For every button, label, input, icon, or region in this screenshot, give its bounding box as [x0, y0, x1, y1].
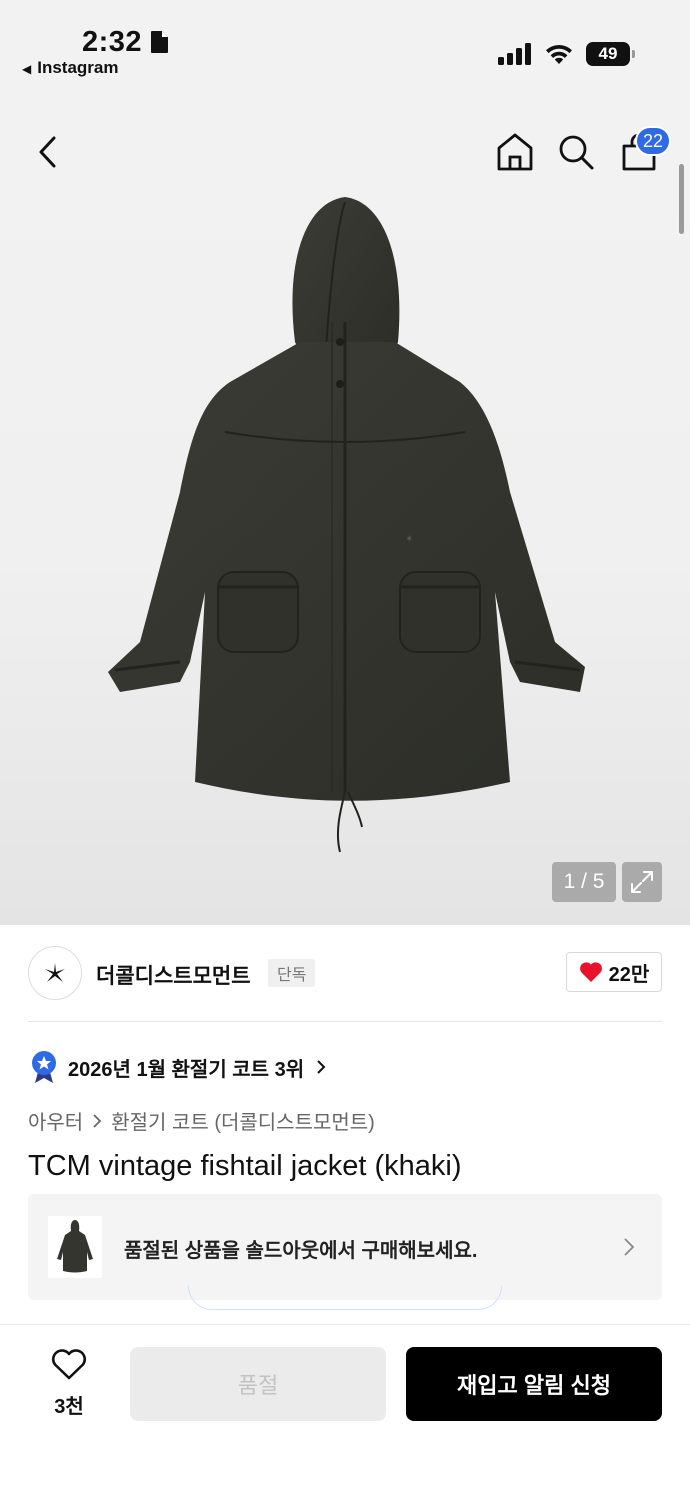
bottom-action-bar: 3천 품절 재입고 알림 신청 — [0, 1324, 690, 1500]
product-gallery[interactable]: 22 ✶ 1 / 5 — [0, 100, 690, 925]
product-image: ✶ — [108, 197, 585, 852]
cart-count-badge: 22 — [635, 126, 671, 156]
soldout-thumbnail — [48, 1216, 102, 1278]
restock-alert-button[interactable]: 재입고 알림 신청 — [406, 1347, 662, 1421]
chevron-right-icon — [317, 1060, 326, 1074]
status-bar: 2:32 ◀ Instagram 49 — [0, 0, 690, 100]
breadcrumb: 아우터 환절기 코트 (더콜디스트모먼트) — [28, 1106, 375, 1135]
jacket-thumbnail-icon — [57, 1220, 93, 1273]
soldout-button: 품절 — [130, 1347, 386, 1421]
breadcrumb-category[interactable]: 아우터 — [28, 1106, 83, 1135]
battery-icon: 49 — [586, 42, 635, 66]
back-icon[interactable] — [30, 132, 66, 172]
scroll-indicator — [679, 164, 684, 234]
exclusive-badge: 단독 — [268, 959, 316, 987]
brand-row: 더콜디스트모먼트 단독 22만 — [28, 944, 662, 1002]
signal-icon — [498, 43, 531, 65]
brand-logo[interactable] — [28, 946, 82, 1000]
clock: 2:32 — [82, 26, 143, 58]
product-title: TCM vintage fishtail jacket (khaki) — [28, 1150, 462, 1182]
wishlist-count: 3천 — [54, 1396, 84, 1418]
brand-star-icon — [45, 963, 65, 982]
back-triangle-icon: ◀ — [22, 62, 32, 76]
wifi-icon — [546, 44, 572, 64]
soldout-banner[interactable]: 품절된 상품을 솔드아웃에서 구매해보세요. — [28, 1194, 662, 1300]
hidden-pill-edge — [188, 1286, 502, 1310]
wishlist-button[interactable]: 3천 — [48, 1349, 90, 1419]
back-app-label: Instagram — [37, 58, 119, 77]
soldout-banner-text: 품절된 상품을 솔드아웃에서 구매해보세요. — [124, 1240, 478, 1262]
search-icon[interactable] — [557, 132, 595, 172]
breadcrumb-subcategory[interactable]: 환절기 코트 (더콜디스트모먼트) — [111, 1106, 375, 1135]
expand-icon — [631, 871, 653, 893]
image-counter: 1 / 5 — [552, 862, 616, 902]
brand-like-button[interactable]: 22만 — [566, 952, 662, 992]
home-icon[interactable] — [496, 132, 534, 172]
chevron-right-icon — [624, 1238, 635, 1256]
chevron-right-icon — [93, 1113, 102, 1128]
brand-name-link[interactable]: 더콜디스트모먼트 — [96, 960, 251, 990]
ranking-medal-icon — [32, 1051, 56, 1083]
expand-button[interactable] — [622, 862, 662, 902]
brand-like-count: 22만 — [608, 963, 650, 986]
back-to-app-link[interactable]: ◀ Instagram — [22, 58, 118, 78]
svg-text:✶: ✶ — [405, 534, 413, 545]
ranking-text: 2026년 1월 환절기 코트 3위 — [68, 1058, 305, 1081]
system-icons: 49 — [498, 42, 635, 66]
ranking-link[interactable]: 2026년 1월 환절기 코트 3위 — [30, 1050, 328, 1084]
divider — [28, 1021, 662, 1022]
heart-outline-icon — [52, 1349, 86, 1380]
heart-filled-icon — [579, 962, 602, 982]
document-icon — [151, 31, 168, 53]
